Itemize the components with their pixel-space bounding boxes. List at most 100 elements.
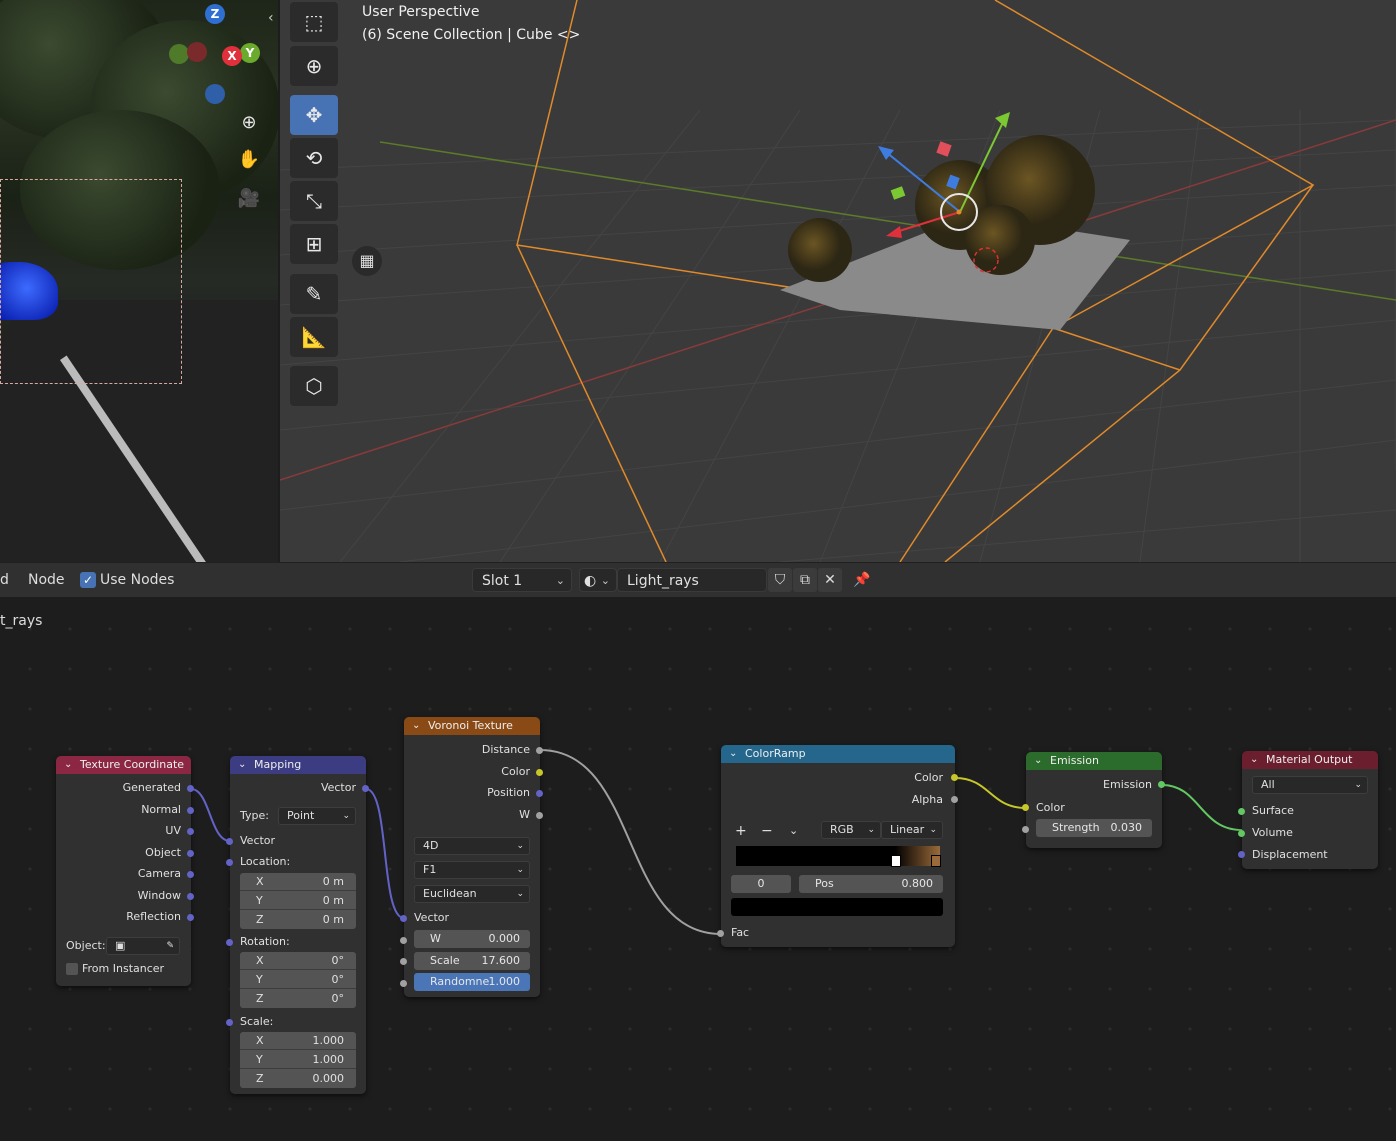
socket-emission-out[interactable]	[1158, 781, 1165, 788]
slot-dropdown[interactable]: Slot 1 ⌄	[472, 568, 572, 592]
socket-object[interactable]	[187, 850, 194, 857]
cursor-icon[interactable]: ⊕	[290, 46, 338, 86]
node-voronoi-texture[interactable]: ⌄ Voronoi Texture Distance Color Position…	[400, 717, 543, 997]
stop-index-field[interactable]: 0	[731, 875, 791, 893]
strength-field[interactable]: Strength 0.030	[1036, 819, 1152, 837]
socket-reflection[interactable]	[187, 914, 194, 921]
gizmo-neg-y-axis[interactable]	[169, 44, 189, 64]
gizmo-y-axis[interactable]: Y	[240, 43, 260, 63]
location-y-field[interactable]: Y0 m	[240, 892, 356, 910]
ramp-stop-handle[interactable]	[891, 855, 901, 867]
pin-icon[interactable]: 📌	[850, 568, 874, 592]
zoom-icon[interactable]: ⊕	[236, 110, 262, 136]
socket-fac-in[interactable]	[717, 930, 724, 937]
scale-z-field[interactable]: Z 0.000	[240, 1070, 356, 1088]
scale-icon[interactable]: ⤡	[290, 181, 338, 221]
add-cube-icon[interactable]: ⬡	[290, 366, 338, 406]
socket-color[interactable]	[536, 769, 543, 776]
unlink-material-icon[interactable]: ✕	[818, 568, 842, 592]
socket-randomness-in[interactable]	[400, 980, 407, 987]
menu-node[interactable]: Node	[28, 572, 65, 588]
color-ramp-bar[interactable]	[736, 846, 940, 866]
duplicate-material-icon[interactable]: ⧉	[793, 568, 817, 592]
rotation-fields[interactable]: X 0° Y 0° Z 0°	[240, 952, 356, 1008]
socket-color-out[interactable]	[951, 774, 958, 781]
socket-camera[interactable]	[187, 871, 194, 878]
use-nodes-checkbox[interactable]: ✓	[80, 572, 96, 588]
socket-scale-in[interactable]	[400, 958, 407, 965]
scale-x-field[interactable]: X 1.000	[240, 1032, 356, 1050]
annotate-icon[interactable]: ✎	[290, 274, 338, 314]
dimensions-dropdown[interactable]: 4D ⌄	[414, 837, 530, 855]
camera-icon[interactable]: 🎥	[236, 186, 262, 212]
socket-vector-out[interactable]	[362, 785, 369, 792]
randomness-field[interactable]: Randomne 1.000	[414, 973, 530, 991]
target-dropdown[interactable]: All ⌄	[1252, 776, 1368, 794]
gizmo-z-axis[interactable]: Z	[205, 4, 225, 24]
ramp-stop-handle[interactable]	[931, 855, 941, 867]
add-stop-button[interactable]: +	[735, 823, 747, 839]
socket-window[interactable]	[187, 893, 194, 900]
scale-field[interactable]: Scale 17.600	[414, 952, 530, 970]
socket-uv[interactable]	[187, 828, 194, 835]
socket-volume-in[interactable]	[1238, 830, 1245, 837]
socket-displacement-in[interactable]	[1238, 851, 1245, 858]
location-z-field[interactable]: Z0 m	[240, 911, 356, 929]
rotation-z-field[interactable]: Z 0°	[240, 990, 356, 1008]
socket-surface-in[interactable]	[1238, 808, 1245, 815]
gizmo-x-axis[interactable]: X	[222, 46, 242, 66]
node-editor[interactable]: t_rays ⌄ Texture Coordinate Generated Nor…	[0, 597, 1396, 1141]
stop-position-field[interactable]: Pos 0.800	[799, 875, 943, 893]
chevron-left-icon[interactable]: ‹	[268, 10, 274, 26]
fake-user-shield-icon[interactable]: ⛉	[768, 568, 792, 592]
stop-color-swatch[interactable]	[731, 898, 943, 916]
distance-metric-dropdown[interactable]: Euclidean ⌄	[414, 885, 530, 903]
node-emission[interactable]: ⌄ Emission Emission Color Strength 0.030	[1022, 752, 1165, 848]
socket-alpha-out[interactable]	[951, 796, 958, 803]
material-name-field[interactable]: Light_rays	[617, 568, 767, 592]
chevron-down-icon[interactable]: ⌄	[789, 823, 798, 839]
remove-stop-button[interactable]: −	[761, 823, 773, 839]
menu-add-cut[interactable]: d	[0, 572, 9, 588]
location-fields[interactable]: X0 m Y0 m Z0 m	[240, 873, 356, 929]
transform-icon[interactable]: ⊞	[290, 224, 338, 264]
scale-fields[interactable]: X 1.000 Y 1.000 Z 0.000	[240, 1032, 356, 1088]
socket-position[interactable]	[536, 790, 543, 797]
node-colorramp[interactable]: ⌄ ColorRamp Color Alpha + − ⌄ RGB ⌄ Linear…	[717, 745, 958, 947]
node-material-output[interactable]: ⌄ Material Output All ⌄ Surface Volume Dis…	[1238, 751, 1378, 869]
pan-hand-icon[interactable]: ✋	[236, 147, 262, 173]
socket-rotation[interactable]	[226, 939, 233, 946]
gizmo-neg-z-axis[interactable]	[205, 84, 225, 104]
socket-normal[interactable]	[187, 807, 194, 814]
rotation-x-field[interactable]: X 0°	[240, 952, 356, 970]
socket-distance[interactable]	[536, 747, 543, 754]
scale-y-field[interactable]: Y 1.000	[240, 1051, 356, 1069]
socket-location[interactable]	[226, 859, 233, 866]
move-icon[interactable]: ✥	[290, 95, 338, 135]
socket-w-out[interactable]	[536, 812, 543, 819]
select-box-icon[interactable]: ⬚	[290, 2, 338, 42]
gizmo-neg-x-axis[interactable]	[187, 42, 207, 62]
rotate-icon[interactable]: ⟲	[290, 138, 338, 178]
socket-vector-in[interactable]	[400, 915, 407, 922]
checker-icon[interactable]: ▦	[352, 246, 382, 276]
socket-generated[interactable]	[187, 785, 194, 792]
type-dropdown[interactable]: Point ⌄	[278, 807, 356, 825]
node-mapping[interactable]: ⌄ Mapping Vector Type: Point ⌄ Vector Loca…	[226, 756, 369, 1094]
socket-scale[interactable]	[226, 1019, 233, 1026]
object-picker-field[interactable]: ▣ ✎	[106, 937, 180, 955]
w-field[interactable]: W 0.000	[414, 930, 530, 948]
rotation-y-field[interactable]: Y 0°	[240, 971, 356, 989]
socket-w-in[interactable]	[400, 937, 407, 944]
socket-strength-in[interactable]	[1022, 826, 1029, 833]
camera-viewport[interactable]: Z Y X ⊕ ✋ 🎥 ‹	[0, 0, 278, 562]
color-mode-dropdown[interactable]: RGB ⌄	[821, 821, 881, 839]
interpolation-dropdown[interactable]: Linear ⌄	[881, 821, 943, 839]
feature-dropdown[interactable]: F1 ⌄	[414, 861, 530, 879]
from-instancer-checkbox[interactable]	[66, 963, 78, 975]
3d-viewport[interactable]: User Perspective (6) Scene Collection | …	[280, 0, 1396, 562]
socket-vector-in[interactable]	[226, 838, 233, 845]
node-texture-coordinate[interactable]: ⌄ Texture Coordinate Generated Normal UV …	[56, 756, 194, 986]
location-x-field[interactable]: X0 m	[240, 873, 356, 891]
socket-color-in[interactable]	[1022, 804, 1029, 811]
